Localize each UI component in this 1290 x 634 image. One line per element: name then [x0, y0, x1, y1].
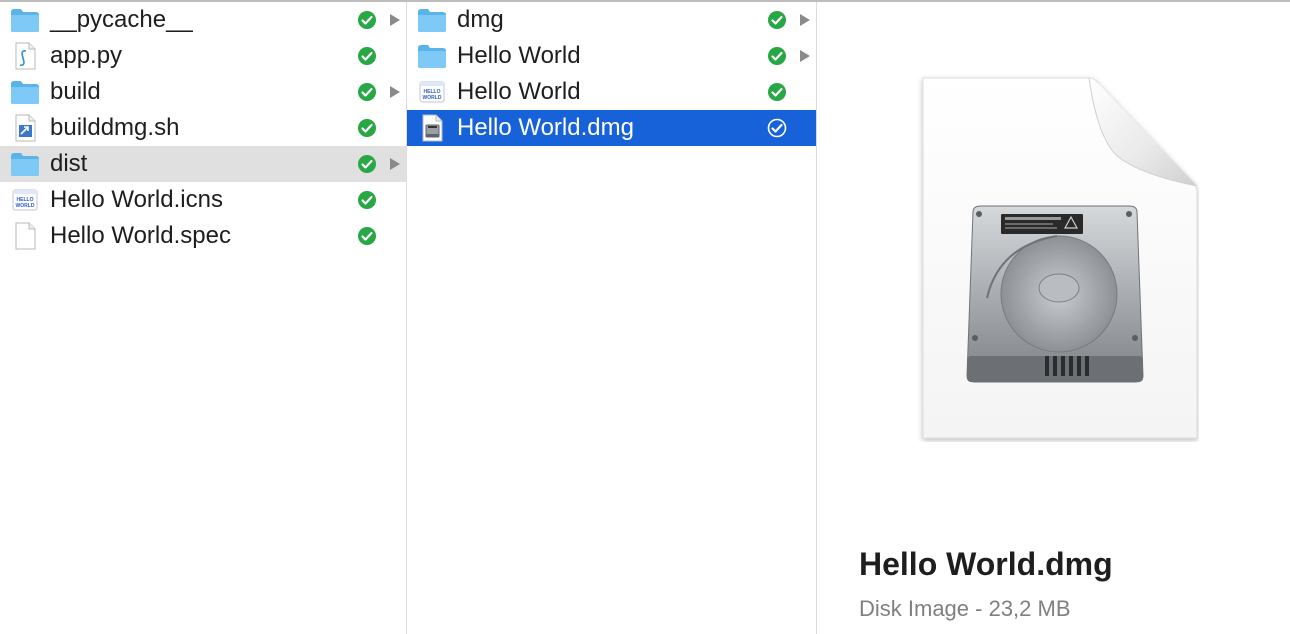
- svg-text:WORLD: WORLD: [423, 95, 442, 101]
- file-row-build[interactable]: build: [0, 74, 406, 110]
- folder-icon: [10, 6, 40, 34]
- sync-status-icon: [357, 46, 377, 66]
- file-row-hello-world-icns[interactable]: HELLO WORLD Hello World.icns: [0, 182, 406, 218]
- python-file-icon: [10, 42, 40, 70]
- disclosure-arrow-icon[interactable]: [798, 12, 812, 28]
- sync-status-icon: [767, 82, 787, 102]
- document-icon: [10, 222, 40, 250]
- file-row-hello-world[interactable]: HELLO WORLD Hello World: [407, 74, 816, 110]
- file-name-label: build: [50, 78, 101, 105]
- sync-status-icon: [357, 226, 377, 246]
- folder-icon: [417, 42, 447, 70]
- file-name-label: builddmg.sh: [50, 114, 180, 141]
- sync-status-icon: [357, 154, 377, 174]
- file-row-app-py[interactable]: app.py: [0, 38, 406, 74]
- finder-column-1[interactable]: __pycache__ app.py build builddmg.sh dist HEL…: [0, 2, 407, 634]
- finder-column-2[interactable]: dmg Hello World HELLO WORLD Hello World Hello…: [407, 2, 817, 634]
- file-name-label: Hello World: [457, 42, 581, 69]
- preview-pane: Hello World.dmg Disk Image - 23,2 MB: [817, 2, 1290, 634]
- sync-status-icon: [357, 118, 377, 138]
- file-name-label: Hello World.icns: [50, 186, 223, 213]
- file-name-label: app.py: [50, 42, 123, 69]
- preview-file-info: Disk Image - 23,2 MB: [859, 596, 1071, 621]
- hard-drive-icon: [922, 77, 1198, 439]
- disclosure-arrow-icon[interactable]: [798, 48, 812, 64]
- disclosure-arrow-icon[interactable]: [388, 12, 402, 28]
- file-name-label: Hello World.spec: [50, 222, 231, 249]
- app-icon: HELLO WORLD: [417, 78, 447, 106]
- file-name-label: __pycache__: [50, 6, 193, 33]
- file-row-dmg[interactable]: dmg: [407, 2, 816, 38]
- file-row-builddmg-sh[interactable]: builddmg.sh: [0, 110, 406, 146]
- sync-status-icon: [357, 82, 377, 102]
- shell-script-icon: [10, 114, 40, 142]
- file-row-pycache[interactable]: __pycache__: [0, 2, 406, 38]
- file-name-label: dist: [50, 150, 88, 177]
- preview-file-name: Hello World.dmg: [859, 546, 1113, 582]
- folder-icon: [10, 78, 40, 106]
- file-row-hello-world[interactable]: Hello World: [407, 38, 816, 74]
- file-row-hello-world-spec[interactable]: Hello World.spec: [0, 218, 406, 254]
- file-name-label: Hello World.dmg: [457, 114, 634, 141]
- folder-icon: [417, 6, 447, 34]
- svg-text:WORLD: WORLD: [16, 203, 35, 209]
- sync-status-icon: [357, 10, 377, 30]
- file-name-label: Hello World: [457, 78, 581, 105]
- sync-status-icon: [357, 190, 377, 210]
- sync-status-icon: [767, 46, 787, 66]
- file-row-dist[interactable]: dist: [0, 146, 406, 182]
- disclosure-arrow-icon[interactable]: [388, 156, 402, 172]
- disk-image-icon: [417, 114, 447, 142]
- icns-file-icon: HELLO WORLD: [10, 186, 40, 214]
- folder-icon: [10, 150, 40, 178]
- disclosure-arrow-icon[interactable]: [388, 84, 402, 100]
- file-name-label: dmg: [457, 6, 504, 33]
- file-row-hello-world-dmg[interactable]: Hello World.dmg: [407, 110, 816, 146]
- sync-status-icon: [767, 118, 787, 138]
- sync-status-icon: [767, 10, 787, 30]
